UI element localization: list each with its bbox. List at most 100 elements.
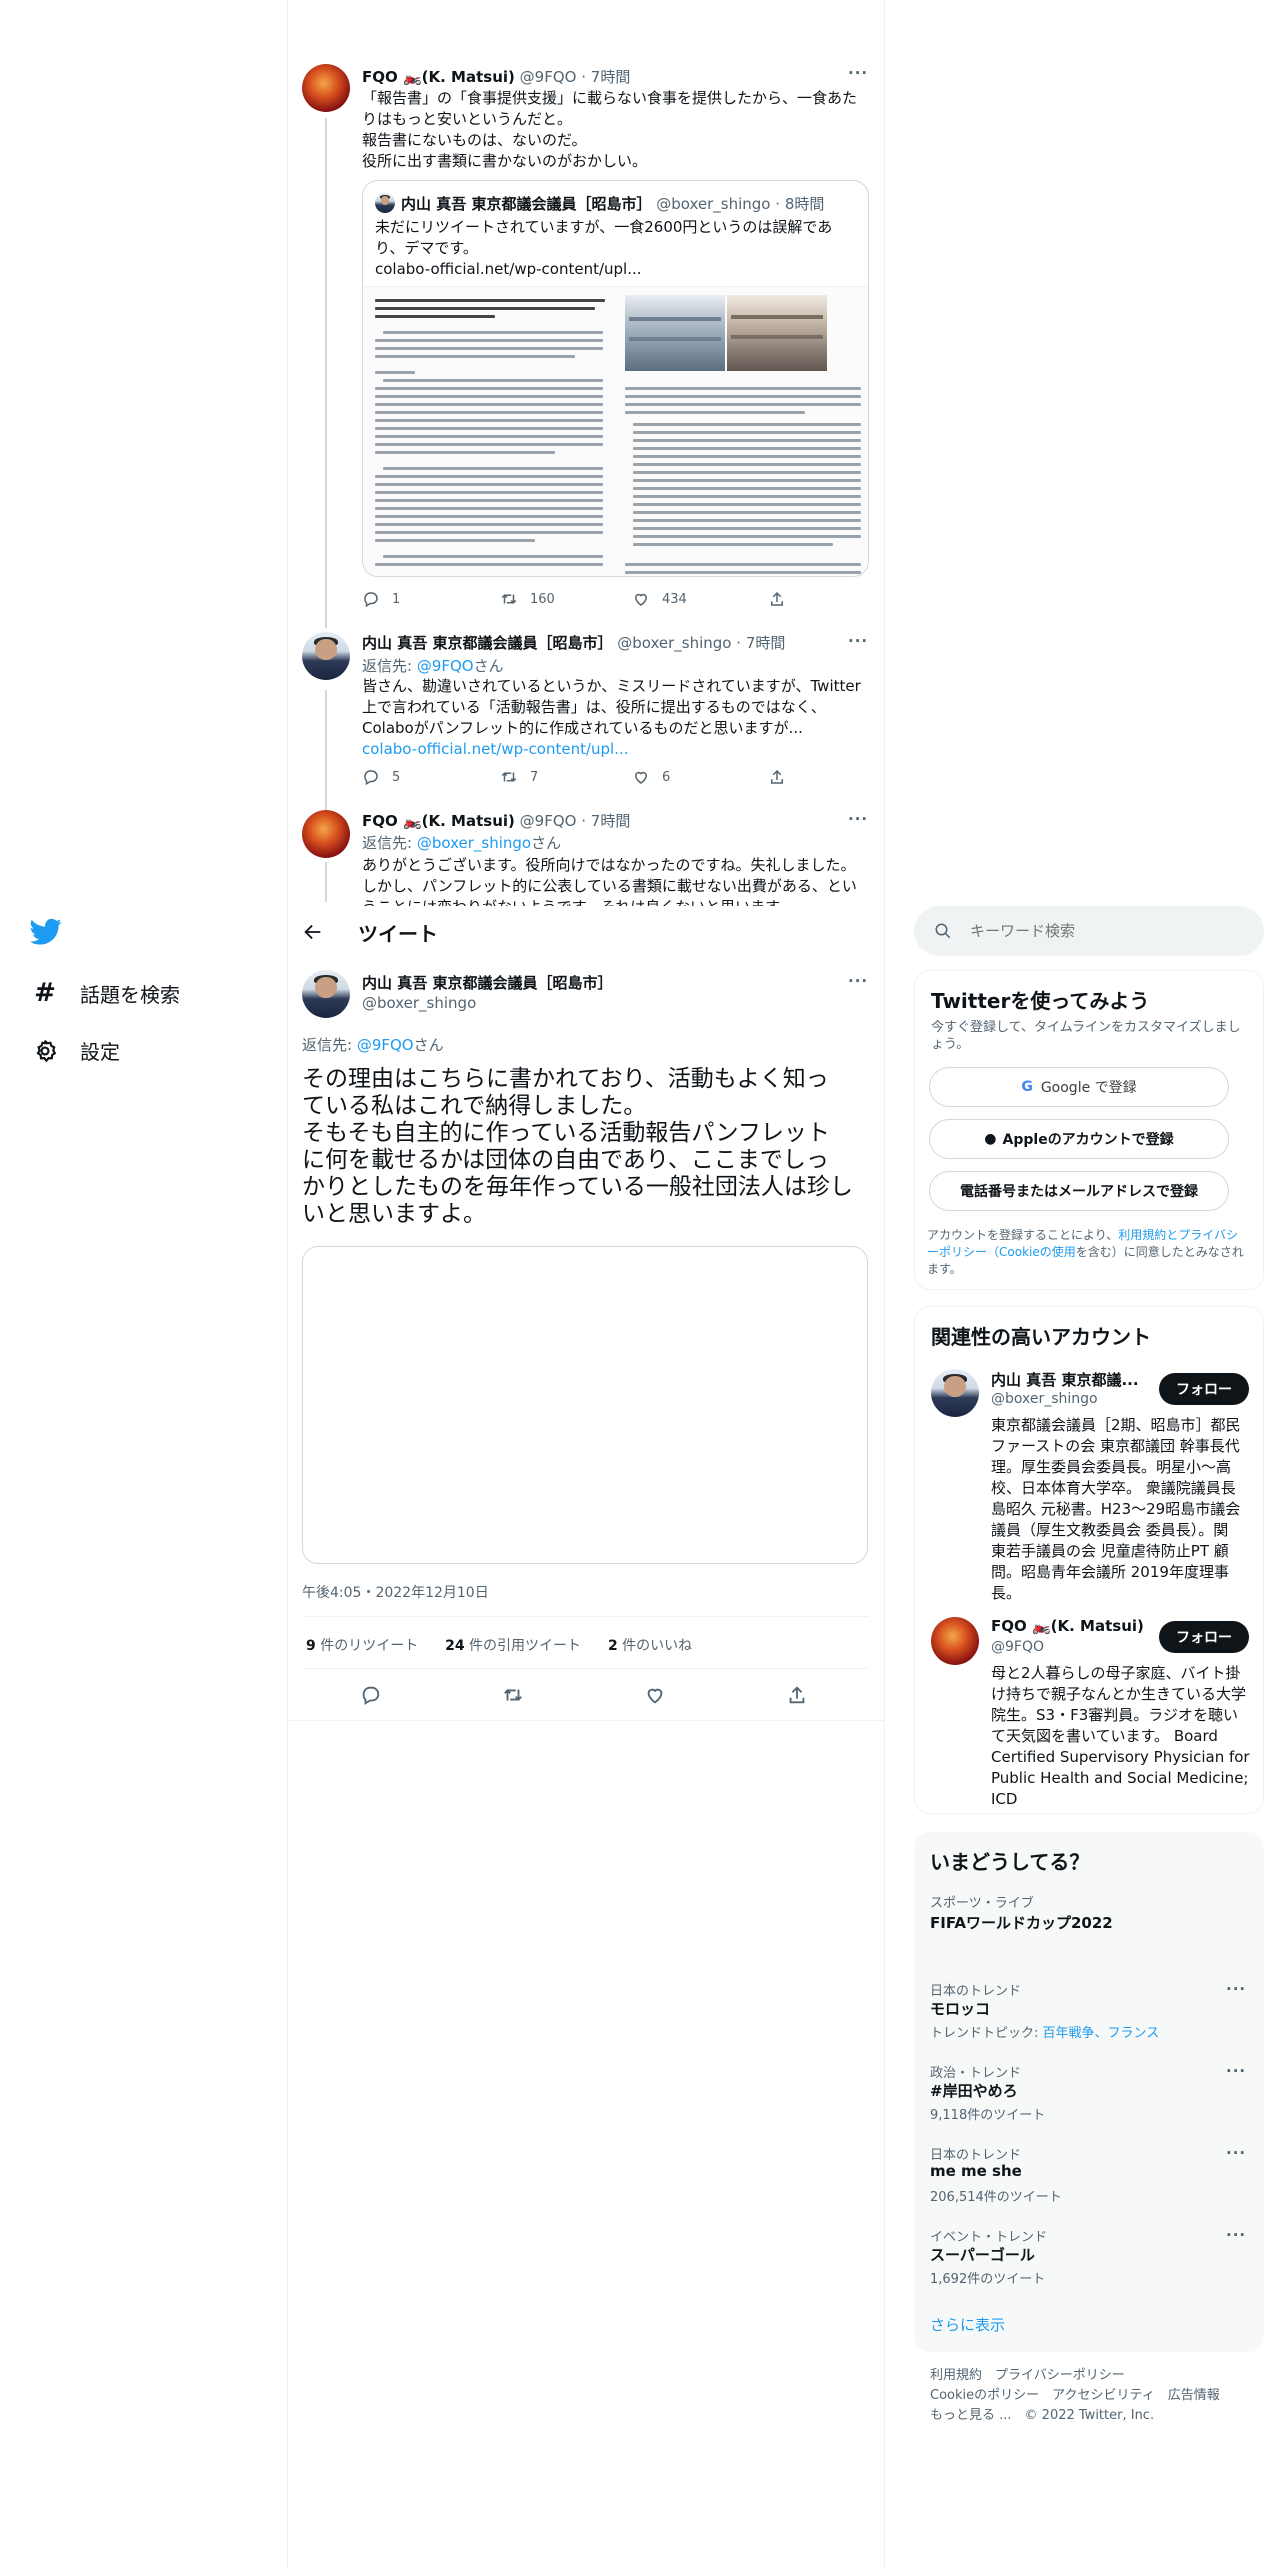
trend-item[interactable]: 日本のトレンド モロッコ トレンドトピック: 百年戦争、フランス ··· <box>914 1980 1264 2056</box>
retweet-icon <box>501 594 517 604</box>
share-icon <box>771 591 783 606</box>
more-icon[interactable]: ··· <box>1226 1980 1246 1998</box>
tweet-time[interactable]: 7時間 <box>746 634 786 652</box>
back-arrow-icon[interactable] <box>302 921 324 943</box>
reply-to-link[interactable]: @9FQO <box>357 1036 414 1054</box>
avatar[interactable] <box>931 1369 979 1417</box>
tweet-header: 内山 真吾 東京都議会議員［昭島市］ @boxer_shingo · 7時間 <box>362 634 786 652</box>
author-handle[interactable]: @9FQO <box>520 68 577 86</box>
footer-accessibility[interactable]: アクセシビリティ <box>1052 2388 1155 2403</box>
terms-text: アカウントを登録することにより、利用規約とプライバシーポリシー（Cookieの使… <box>927 1228 1244 1276</box>
reply-to-link[interactable]: @9FQO <box>417 657 474 675</box>
account-handle[interactable]: @boxer_shingo <box>991 1391 1098 1407</box>
trend-item[interactable]: イベント・トレンド スーパーゴール 1,692件のツイート ··· <box>914 2226 1264 2302</box>
account-handle[interactable]: @9FQO <box>991 1639 1044 1655</box>
nav-explore[interactable]: # 話題を検索 <box>32 978 180 1008</box>
tweet-clip: FQO 🏍️(K. Matsui) @9FQO · 7時間 ··· 返信先: @… <box>288 800 884 906</box>
follow-button[interactable]: フォロー <box>1159 1373 1249 1405</box>
divider <box>302 1668 868 1669</box>
signup-subtitle: 今すぐ登録して、タイムラインをカスタマイズしましょう。 <box>931 1020 1241 1052</box>
footer-cookie[interactable]: Cookieのポリシー <box>930 2388 1039 2403</box>
avatar[interactable] <box>931 1617 979 1665</box>
trend-item[interactable]: 日本のトレンド me me she 206,514件のツイート ··· <box>914 2144 1264 2220</box>
more-icon[interactable]: ··· <box>1226 2226 1246 2244</box>
reply-icon <box>364 770 378 786</box>
document-image[interactable] <box>363 286 868 576</box>
reply-to-link[interactable]: @boxer_shingo <box>417 834 531 852</box>
retweet-button[interactable]: 160 <box>500 590 555 608</box>
tweet-header: FQO 🏍️(K. Matsui) @9FQO · 7時間 <box>362 812 631 830</box>
apple-signup-button[interactable]: ● Appleのアカウントで登録 <box>929 1119 1229 1159</box>
tweet-text: 「報告書」の「食事提供支援」に載らない食事を提供したから、一食あた りはもっと安… <box>362 89 858 170</box>
more-icon[interactable]: ··· <box>1226 2062 1246 2080</box>
retweet-icon[interactable] <box>502 1684 524 1706</box>
avatar[interactable] <box>302 810 350 858</box>
tweet-header: FQO 🏍️(K. Matsui) @9FQO · 7時間 <box>362 68 631 86</box>
author-name[interactable]: FQO 🏍️(K. Matsui) <box>362 68 515 86</box>
show-more-link[interactable]: さらに表示 <box>930 2314 1005 2335</box>
trend-topic-link[interactable]: 百年戦争、フランス <box>1043 2026 1160 2041</box>
media-card[interactable] <box>302 1246 868 1564</box>
quote-tweet-card[interactable]: 内山 真吾 東京都議会議員［昭島市］ @boxer_shingo · 8時間 未… <box>362 180 869 577</box>
footer-more[interactable]: もっと見る ... <box>930 2408 1012 2423</box>
likes-stat[interactable]: 2 件のいいね <box>608 1638 692 1654</box>
retweet-button[interactable]: 7 <box>500 768 538 786</box>
footer-terms[interactable]: 利用規約 <box>930 2368 982 2383</box>
share-icon[interactable] <box>786 1684 808 1706</box>
footer-privacy[interactable]: プライバシーポリシー <box>995 2368 1125 2383</box>
phone-email-signup-button[interactable]: 電話番号またはメールアドレスで登録 <box>929 1171 1229 1211</box>
account-bio: 東京都議会議員［2期、昭島市］都民 ファーストの会 東京都議団 幹事長代 理。厚… <box>991 1416 1241 1602</box>
hashtag-icon: # <box>34 978 56 1008</box>
search-input[interactable] <box>970 918 1250 944</box>
google-signup-button[interactable]: G Google で登録 <box>929 1067 1229 1107</box>
avatar[interactable] <box>302 64 350 112</box>
share-button[interactable] <box>768 768 786 786</box>
footer-ads[interactable]: 広告情報 <box>1168 2388 1220 2403</box>
account-name[interactable]: 内山 真吾 東京都議... <box>991 1369 1139 1390</box>
search-box[interactable] <box>914 906 1264 956</box>
reply-to: 返信先: @9FQOさん <box>302 1036 444 1054</box>
quotes-stat[interactable]: 24 件の引用ツイート <box>445 1638 581 1654</box>
author-handle[interactable]: @boxer_shingo <box>617 634 731 652</box>
more-icon[interactable]: ··· <box>848 972 868 990</box>
trend-item[interactable]: スポーツ・ライブ FIFAワールドカップ2022 <box>914 1892 1264 1972</box>
more-icon[interactable]: ··· <box>848 810 868 828</box>
nav-settings[interactable]: 設定 <box>32 1036 120 1065</box>
reply-to: 返信先: @boxer_shingoさん <box>362 834 562 852</box>
retweets-stat[interactable]: 9 件のリツイート <box>306 1638 418 1654</box>
reply-button[interactable]: 5 <box>362 768 400 786</box>
share-button[interactable] <box>768 590 786 608</box>
author-name[interactable]: 内山 真吾 東京都議会議員［昭島市］ <box>362 972 612 993</box>
signup-title: Twitterを使ってみよう <box>931 989 1150 1013</box>
divider <box>288 1720 884 1721</box>
more-icon[interactable]: ··· <box>848 64 868 82</box>
heart-icon[interactable] <box>644 1684 666 1706</box>
tweet-time[interactable]: 7時間 <box>591 68 631 86</box>
main-tweet-text: その理由はこちらに書かれており、活動もよく知っ ている私はこれで納得しました。 … <box>302 1066 853 1227</box>
thread-line <box>325 118 327 628</box>
more-icon[interactable]: ··· <box>1226 2144 1246 2162</box>
search-icon <box>935 923 951 939</box>
more-icon[interactable]: ··· <box>848 632 868 650</box>
share-icon <box>771 769 783 784</box>
author-name[interactable]: 内山 真吾 東京都議会議員［昭島市］ <box>362 634 612 652</box>
author-handle[interactable]: @boxer_shingo <box>362 994 476 1012</box>
heart-icon <box>634 771 648 784</box>
tweet-link[interactable]: colabo-official.net/wp-content/upl... <box>362 739 861 760</box>
avatar[interactable] <box>302 970 350 1018</box>
thread-line <box>325 690 327 810</box>
tweet-timestamp[interactable]: 午後4:05・2022年12月10日 <box>302 1582 489 1602</box>
trend-item[interactable]: 政治・トレンド #岸田やめろ 9,118件のツイート ··· <box>914 2062 1264 2138</box>
like-button[interactable]: 6 <box>632 768 670 786</box>
signup-panel: Twitterを使ってみよう 今すぐ登録して、タイムラインをカスタマイズしましょ… <box>914 970 1264 1290</box>
follow-button[interactable]: フォロー <box>1159 1621 1249 1653</box>
reply-icon[interactable] <box>360 1684 382 1706</box>
reply-button[interactable]: 1 <box>362 590 400 608</box>
retweet-icon <box>501 772 517 782</box>
like-button[interactable]: 434 <box>632 590 687 608</box>
reply-to: 返信先: @9FQOさん <box>362 657 504 675</box>
account-name[interactable]: FQO 🏍️(K. Matsui) <box>991 1617 1144 1635</box>
related-accounts-panel: 関連性の高いアカウント 内山 真吾 東京都議... @boxer_shingo … <box>914 1306 1264 1814</box>
twitter-logo-icon[interactable] <box>30 918 62 950</box>
avatar[interactable] <box>302 632 350 680</box>
